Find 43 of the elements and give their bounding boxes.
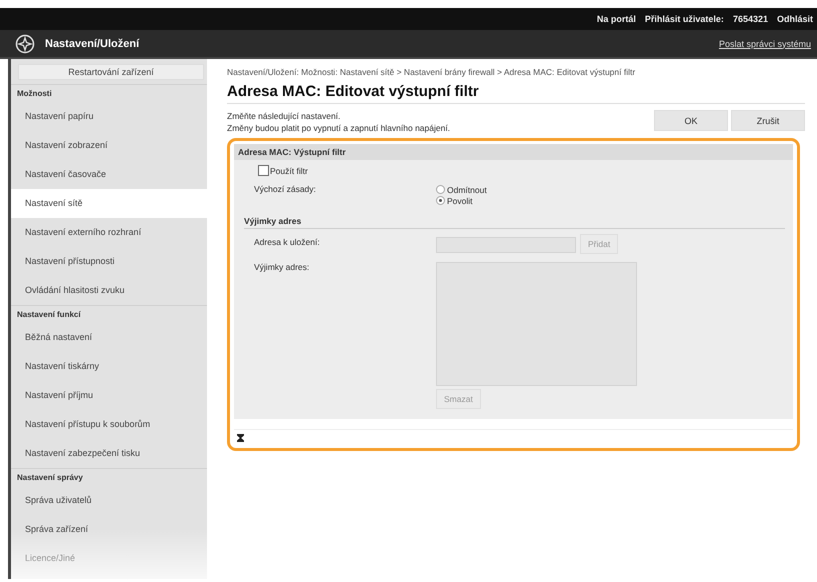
sidebar-heading: Nastavení funkcí <box>11 305 207 323</box>
section-heading: Výjimky adres <box>244 216 785 229</box>
sidebar-item[interactable]: Nastavení tiskárny <box>11 352 207 381</box>
radio-button[interactable] <box>436 185 445 194</box>
top-bar-link[interactable]: 7654321 <box>732 14 768 24</box>
sidebar-item[interactable]: Nastavení příjmu <box>11 381 207 410</box>
sidebar-item[interactable]: Nastavení zobrazení <box>11 131 207 160</box>
top-bar-link[interactable]: Přihlásit uživatele: <box>644 14 724 24</box>
sidebar-item[interactable]: Nastavení časovače <box>11 160 207 189</box>
sidebar-item[interactable]: Nastavení zabezpečení tisku <box>11 439 207 468</box>
sidebar-item[interactable]: Nastavení přístupnosti <box>11 247 207 276</box>
field-label: Adresa k uložení: <box>254 237 321 249</box>
top-bar-link[interactable]: Odhlásit <box>776 14 813 24</box>
instruction-text: Změny budou platit po vypnutí a zapnutí hlavního napájení. <box>227 122 450 134</box>
send-to-admin-link[interactable]: Poslat správci systému <box>718 38 811 48</box>
sidebar-item[interactable]: Správa zařízení <box>11 515 207 544</box>
radio-label: Odmítnout <box>447 184 487 194</box>
sidebar-item[interactable]: Nastavení sítě <box>11 189 207 218</box>
settings-logo-icon <box>15 34 35 54</box>
checkbox[interactable] <box>258 165 269 176</box>
page-title: Adresa MAC: Editovat výstupní filtr <box>227 83 805 104</box>
sidebar-heading: Možnosti <box>11 84 207 102</box>
sidebar-item[interactable]: Běžná nastavení <box>11 323 207 352</box>
radio-label: Povolit <box>447 196 473 206</box>
sidebar-heading: Nastavení správy <box>11 468 207 486</box>
radio-button[interactable] <box>436 196 445 205</box>
sidebar-item[interactable]: Nastavení přístupu k souborům <box>11 410 207 439</box>
panel-title: Adresa MAC: Výstupní filtr <box>234 144 793 160</box>
field-label: Výjimky adres: <box>254 262 310 274</box>
hourglass-icon <box>237 434 244 442</box>
sidebar-item[interactable]: Nastavení papíru <box>11 102 207 131</box>
restart-device-button[interactable]: Restartování zařízení <box>18 64 204 80</box>
top-bar-link[interactable]: Na portál <box>596 14 636 24</box>
cancel-button[interactable]: Zrušit <box>731 110 805 131</box>
checkbox-label: Použít filtr <box>270 166 308 176</box>
field-label: Výchozí zásady: <box>254 184 317 196</box>
breadcrumb: Nastavení/Uložení: Možnosti: Nastavení sítě > Nastavení brány firewall > Adresa MAC: Editovat výstupní filtr <box>227 67 636 77</box>
sidebar-item[interactable]: Nastavení externího rozhraní <box>11 218 207 247</box>
sidebar-item[interactable]: Ovládání hlasitosti zvuku <box>11 276 207 305</box>
header-title: Nastavení/Uložení <box>45 38 140 50</box>
instruction-text: Změňte následující nastavení. <box>227 110 342 122</box>
ok-button[interactable]: OK <box>654 110 728 131</box>
sidebar-item[interactable]: Správa uživatelů <box>11 486 207 515</box>
